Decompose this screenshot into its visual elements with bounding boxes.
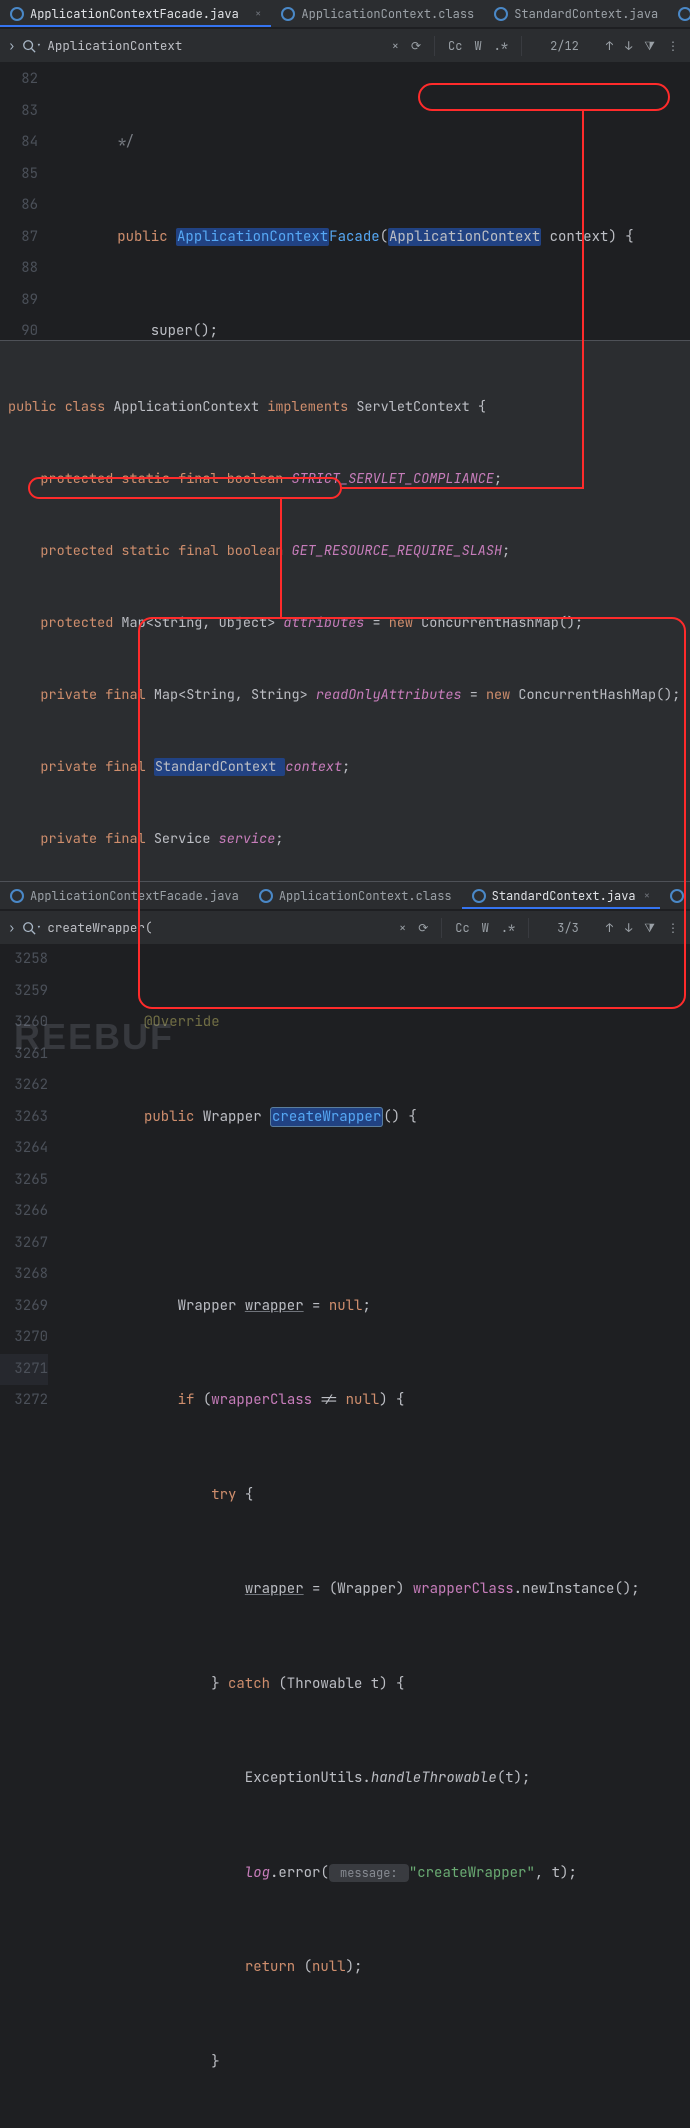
tab-label: StandardContext.java [514, 6, 658, 22]
search-icon[interactable]: ▾ [22, 39, 42, 53]
tab-label: ApplicationContext.class [301, 6, 474, 22]
gutter-1: 82 83 84 85 86 87 88 89 90 [0, 64, 50, 340]
tab-label: ApplicationContextFacade.java [30, 6, 239, 22]
gutter-3: 3258 3259 3260 3261 3262 3263 3264 3265 … [0, 944, 60, 1422]
filter-icon[interactable]: ⧩ [641, 918, 658, 938]
java-class-icon [10, 7, 24, 21]
code-editor-1[interactable]: 82 83 84 85 86 87 88 89 90 */ public App… [0, 62, 690, 340]
tab-appcontextfacade-3[interactable]: ApplicationContextFacade.java [0, 882, 249, 909]
match-case-toggle[interactable]: Cc [452, 918, 472, 938]
more-icon[interactable]: ⋮ [664, 36, 682, 56]
next-match-icon[interactable]: ↓ [622, 918, 635, 938]
java-class-icon [259, 889, 273, 903]
editor-pane-3: ApplicationContextFacade.java Applicatio… [0, 882, 690, 1422]
editor-pane-2[interactable]: public class ApplicationContext implemen… [0, 340, 690, 882]
regex-toggle[interactable]: .* [491, 36, 511, 56]
java-class-icon [10, 889, 24, 903]
search-input[interactable]: ApplicationContext [47, 37, 227, 54]
java-class-icon [670, 889, 684, 903]
tab-appcontext-class[interactable]: ApplicationContext.class [271, 0, 484, 27]
code-content-3[interactable]: @Override public Wrapper createWrapper()… [60, 944, 690, 1422]
tab-standardcontext-3[interactable]: StandardContext.java × [462, 882, 661, 909]
java-class-icon [678, 7, 690, 21]
java-class-icon [472, 889, 486, 903]
code-editor-3[interactable]: 3258 3259 3260 3261 3262 3263 3264 3265 … [0, 944, 690, 1422]
tab-hostco[interactable]: HostCo [668, 0, 690, 27]
chevron-right-icon[interactable]: › [8, 919, 16, 936]
tab-standardcontext[interactable]: StandardContext.java [484, 0, 668, 27]
clear-search-icon[interactable]: × [396, 918, 409, 938]
whole-word-toggle[interactable]: W [471, 36, 484, 56]
prev-match-icon[interactable]: ↑ [603, 36, 616, 56]
tab-label: StandardContext.java [492, 888, 636, 904]
tab-label: ApplicationContext.class [279, 888, 452, 904]
java-class-icon [281, 7, 295, 21]
tab-hostcon-3[interactable]: HostCon [660, 882, 690, 909]
tab-appcontext-class-3[interactable]: ApplicationContext.class [249, 882, 462, 909]
find-bar-3: › ▾ createWrapper( × ⟳ Cc W .* 3/3 ↑ ↓ ⧩… [0, 910, 690, 944]
find-bar-1: › ▾ ApplicationContext × ⟳ Cc W .* 2/12 … [0, 28, 690, 62]
regex-toggle[interactable]: .* [498, 918, 518, 938]
tab-bar-1: ApplicationContextFacade.java × Applicat… [0, 0, 690, 28]
whole-word-toggle[interactable]: W [479, 918, 492, 938]
match-counter: 2/12 [532, 38, 597, 54]
editor-pane-1: ApplicationContextFacade.java × Applicat… [0, 0, 690, 340]
match-counter: 3/3 [539, 920, 597, 936]
tab-appcontextfacade[interactable]: ApplicationContextFacade.java × [0, 0, 271, 27]
close-icon[interactable]: × [644, 889, 651, 903]
match-case-toggle[interactable]: Cc [445, 36, 465, 56]
chevron-right-icon[interactable]: › [8, 37, 16, 54]
clear-search-icon[interactable]: × [389, 36, 402, 56]
history-icon[interactable]: ⟳ [415, 918, 431, 938]
code-content-1[interactable]: */ public ApplicationContextFacade(Appli… [50, 64, 690, 340]
tab-label: ApplicationContextFacade.java [30, 888, 239, 904]
more-icon[interactable]: ⋮ [664, 918, 682, 938]
history-icon[interactable]: ⟳ [408, 36, 424, 56]
filter-icon[interactable]: ⧩ [641, 36, 658, 56]
search-icon[interactable]: ▾ [22, 921, 42, 935]
inline-parameter-hint: message: [329, 1864, 409, 1882]
close-icon[interactable]: × [255, 7, 262, 21]
next-match-icon[interactable]: ↓ [622, 36, 635, 56]
search-input[interactable]: createWrapper( [47, 919, 227, 936]
tab-bar-3: ApplicationContextFacade.java Applicatio… [0, 882, 690, 910]
prev-match-icon[interactable]: ↑ [603, 918, 616, 938]
java-class-icon [494, 7, 508, 21]
